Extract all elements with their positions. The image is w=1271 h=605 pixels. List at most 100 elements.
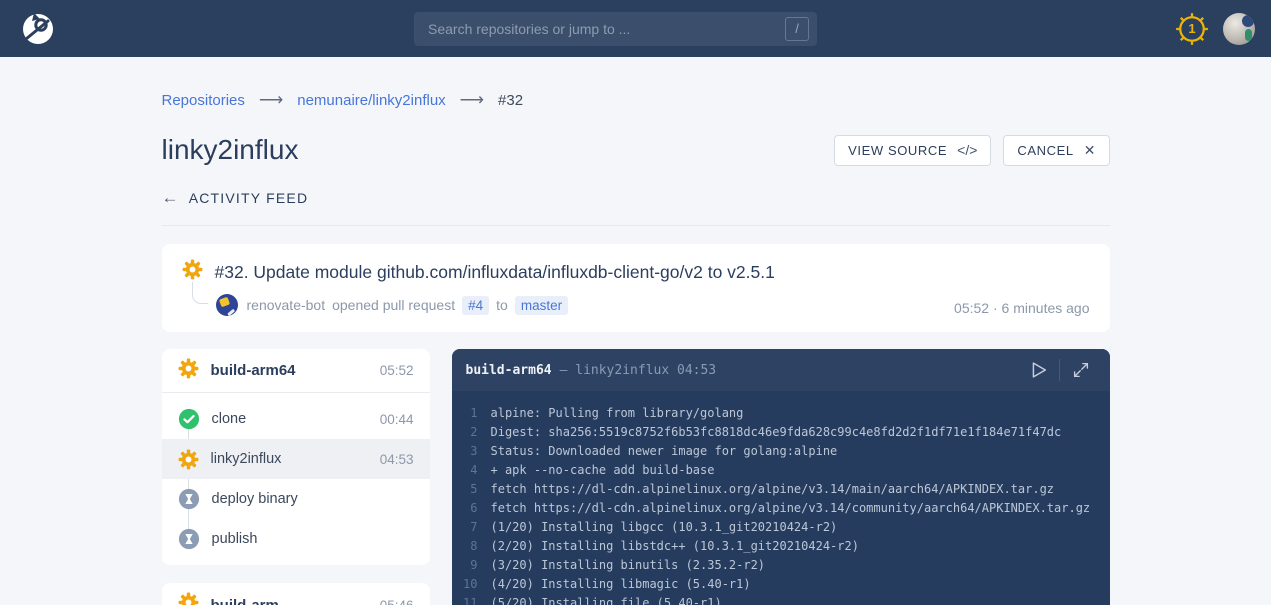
pipeline-name: build-arm xyxy=(211,597,368,605)
build-card[interactable]: #32. Update module github.com/influxdata… xyxy=(162,244,1110,332)
pipeline-header[interactable]: build-arm64 05:52 xyxy=(162,349,430,393)
pipeline-status-icon-slot xyxy=(178,358,199,384)
pipeline-sidebar: build-arm64 05:52 clone00:44 l xyxy=(162,349,430,605)
status-pending-hourglass-icon xyxy=(178,528,200,550)
log-actions-divider xyxy=(1059,359,1060,381)
log-line: 5fetch https://dl-cdn.alpinelinux.org/al… xyxy=(452,480,1110,499)
pipeline-steps-list: clone 00:44 linky2influx 04:53 deploy bina… xyxy=(162,393,430,565)
expand-icon xyxy=(1072,361,1090,379)
log-line-text: Digest: sha256:5519c8752f6b53fc8818dc46e… xyxy=(478,423,1062,442)
pipeline-step-clone[interactable]: clone 00:44 xyxy=(162,399,430,439)
status-running-gear-icon xyxy=(182,259,203,280)
breadcrumb-repositories-link[interactable]: Repositories xyxy=(162,92,245,109)
log-line-number: 11 xyxy=(452,594,478,605)
log-step-info: – linky2influx 04:53 xyxy=(560,363,717,378)
search-shortcut-key: / xyxy=(785,17,809,41)
status-success-check-icon xyxy=(178,408,200,430)
build-timestamp: 05:52 · 6 minutes ago xyxy=(954,300,1089,316)
search-box: / xyxy=(414,12,817,46)
log-line-number: 3 xyxy=(452,442,478,461)
log-line-text: (1/20) Installing libgcc (10.3.1_git2021… xyxy=(478,518,838,537)
step-name: linky2influx xyxy=(211,451,368,467)
log-line-number: 7 xyxy=(452,518,478,537)
running-builds-badge[interactable]: 1 xyxy=(1175,12,1209,46)
expand-logs-button[interactable] xyxy=(1066,357,1096,383)
log-line-number: 2 xyxy=(452,423,478,442)
close-icon: ✕ xyxy=(1084,142,1096,159)
log-line: 9(3/20) Installing binutils (2.35.2-r2) xyxy=(452,556,1110,575)
view-source-button[interactable]: VIEW SOURCE </> xyxy=(834,135,991,166)
log-line: 2Digest: sha256:5519c8752f6b53fc8818dc46… xyxy=(452,423,1110,442)
log-line-number: 9 xyxy=(452,556,478,575)
follow-logs-button[interactable] xyxy=(1023,357,1053,383)
log-line-text: (3/20) Installing binutils (2.35.2-r2) xyxy=(478,556,766,575)
pull-request-chip[interactable]: #4 xyxy=(462,296,489,315)
main-content: Repositories ⟶ nemunaire/linky2influx ⟶ … xyxy=(162,57,1110,605)
pipeline-step-linky2influx[interactable]: linky2influx 04:53 xyxy=(162,439,430,479)
log-line-text: fetch https://dl-cdn.alpinelinux.org/alp… xyxy=(478,499,1091,518)
cancel-button[interactable]: CANCEL ✕ xyxy=(1003,135,1109,166)
pipeline-duration: 05:46 xyxy=(380,598,414,605)
log-line-text: Status: Downloaded newer image for golan… xyxy=(478,442,838,461)
pipeline-duration: 05:52 xyxy=(380,363,414,378)
status-running-gear-icon xyxy=(178,449,199,470)
breadcrumb-current-build: #32 xyxy=(498,92,523,109)
pipeline-header[interactable]: build-arm 05:46 xyxy=(162,583,430,605)
code-icon: </> xyxy=(957,142,977,158)
step-duration: 00:44 xyxy=(380,412,414,427)
step-duration: 04:53 xyxy=(380,452,414,467)
pipeline-step-publish[interactable]: publish xyxy=(162,519,430,559)
play-icon xyxy=(1027,359,1049,381)
breadcrumb: Repositories ⟶ nemunaire/linky2influx ⟶ … xyxy=(162,90,1110,110)
to-label: to xyxy=(496,297,508,313)
build-author: renovate-bot xyxy=(247,297,326,313)
pipeline-card-build-arm64: build-arm64 05:52 clone00:44 l xyxy=(162,349,430,565)
step-name: clone xyxy=(212,411,368,427)
log-line: 8(2/20) Installing libstdc++ (10.3.1_git… xyxy=(452,537,1110,556)
log-line-number: 5 xyxy=(452,480,478,499)
breadcrumb-arrow-icon: ⟶ xyxy=(259,90,283,110)
log-line: 7(1/20) Installing libgcc (10.3.1_git202… xyxy=(452,518,1110,537)
pipeline-card-build-arm: build-arm 05:46 xyxy=(162,583,430,605)
log-line-number: 4 xyxy=(452,461,478,480)
status-pending-hourglass-icon xyxy=(178,488,200,510)
branch-chip[interactable]: master xyxy=(515,296,568,315)
pipeline-status-icon-slot xyxy=(178,592,199,605)
log-line-text: (2/20) Installing libstdc++ (10.3.1_git2… xyxy=(478,537,859,556)
log-panel: build-arm64 – linky2influx 04:53 xyxy=(452,349,1110,605)
back-arrow-icon: ← xyxy=(162,188,180,208)
search-input[interactable] xyxy=(428,21,785,37)
step-name: deploy binary xyxy=(212,491,402,507)
pipeline-step-deploy-binary[interactable]: deploy binary xyxy=(162,479,430,519)
status-running-gear-icon xyxy=(178,358,199,379)
log-line: 10(4/20) Installing libmagic (5.40-r1) xyxy=(452,575,1110,594)
step-name: publish xyxy=(212,531,402,547)
log-pipeline-name: build-arm64 xyxy=(466,363,552,378)
log-line: 6fetch https://dl-cdn.alpinelinux.org/al… xyxy=(452,499,1110,518)
log-line-number: 8 xyxy=(452,537,478,556)
log-panel-header: build-arm64 – linky2influx 04:53 xyxy=(452,349,1110,391)
log-line: 11(5/20) Installing file (5.40-r1) xyxy=(452,594,1110,605)
pipeline-name: build-arm64 xyxy=(211,362,368,379)
log-line-text: + apk --no-cache add build-base xyxy=(478,461,715,480)
log-line-number: 10 xyxy=(452,575,478,594)
breadcrumb-arrow-icon: ⟶ xyxy=(460,90,484,110)
connector-elbow xyxy=(192,282,208,304)
page-title: linky2influx xyxy=(162,134,299,166)
log-line: 4+ apk --no-cache add build-base xyxy=(452,461,1110,480)
user-avatar[interactable] xyxy=(1223,13,1255,45)
log-line-text: fetch https://dl-cdn.alpinelinux.org/alp… xyxy=(478,480,1055,499)
log-line: 3Status: Downloaded newer image for gola… xyxy=(452,442,1110,461)
build-title: #32. Update module github.com/influxdata… xyxy=(215,262,775,283)
log-line-text: (4/20) Installing libmagic (5.40-r1) xyxy=(478,575,751,594)
running-builds-count: 1 xyxy=(1175,12,1209,46)
renovate-bot-avatar xyxy=(216,294,238,316)
breadcrumb-repo-link[interactable]: nemunaire/linky2influx xyxy=(297,92,445,109)
log-line-number: 6 xyxy=(452,499,478,518)
activity-feed-link[interactable]: ← ACTIVITY FEED xyxy=(162,188,309,208)
build-event-text: opened pull request xyxy=(332,297,455,313)
log-output: 1alpine: Pulling from library/golang2Dig… xyxy=(452,391,1110,605)
woodpecker-logo-icon[interactable] xyxy=(20,11,56,47)
top-nav: / 1 xyxy=(0,0,1271,57)
log-line-text: alpine: Pulling from library/golang xyxy=(478,404,744,423)
